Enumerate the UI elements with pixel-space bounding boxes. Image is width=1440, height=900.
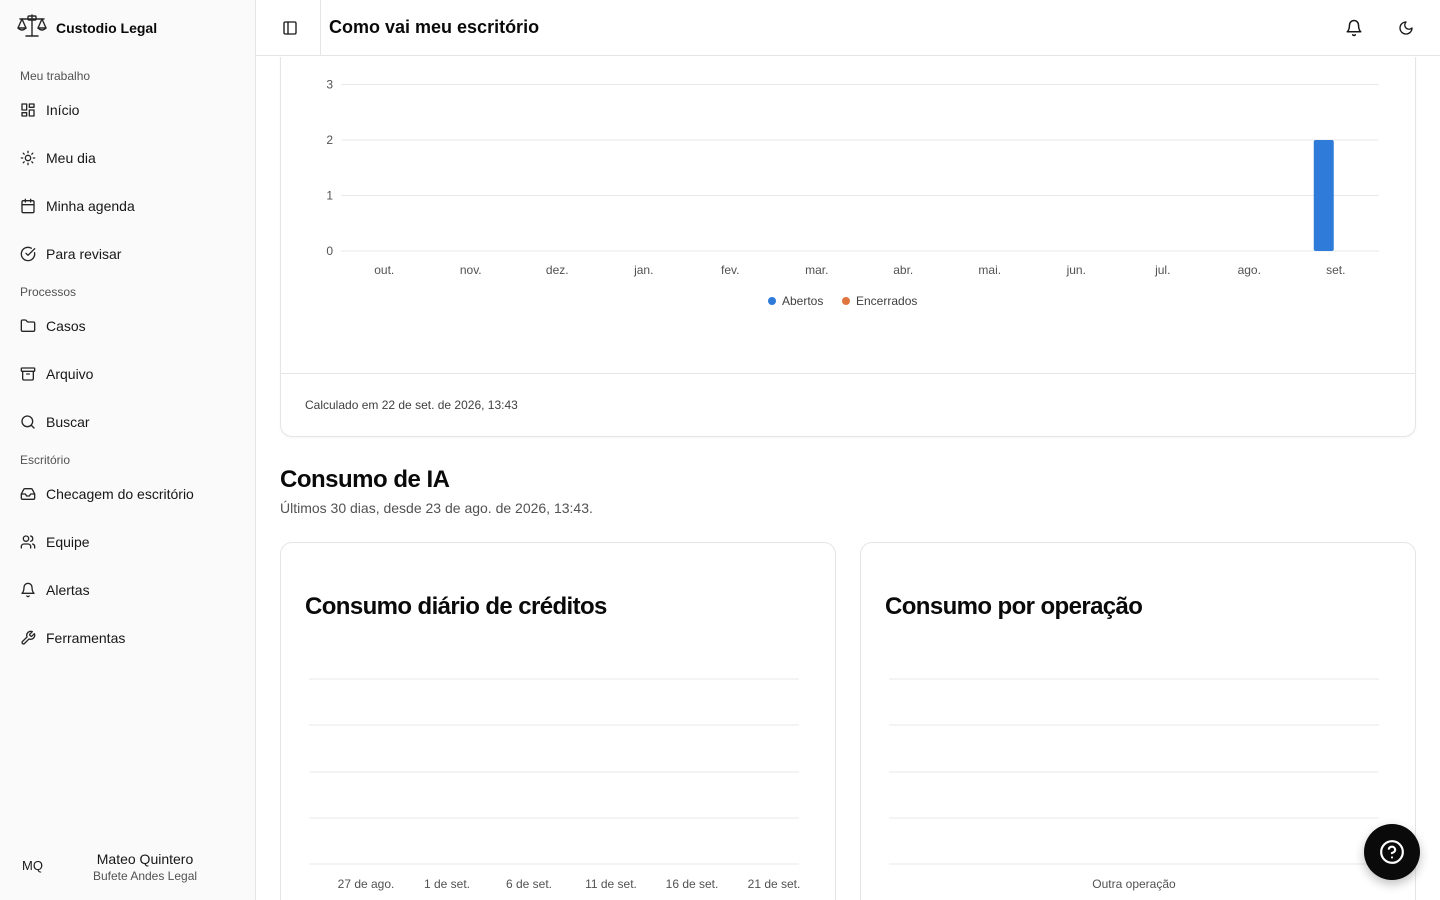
card-footer-divider — [281, 373, 1415, 374]
inbox-icon — [20, 488, 36, 500]
x-tick-label: 11 de set. — [585, 877, 637, 891]
sidebar-toggle-button[interactable] — [280, 16, 300, 40]
brand[interactable]: Custodio Legal — [16, 13, 158, 44]
user-menu[interactable]: MQ Mateo Quintero Bufete Andes Legal — [0, 838, 256, 888]
sidebar-item-label: Minha agenda — [46, 198, 135, 214]
sidebar-item-arquivo[interactable]: Arquivo — [20, 362, 93, 386]
cases-bar-chart: 01234out.nov.dez.jan.fev.mar.abr.mai.jun… — [326, 78, 1379, 308]
help-circle-icon — [1380, 840, 1404, 864]
section-title: Consumo de IA — [280, 466, 450, 493]
sidebar-item-para-revisar[interactable]: Para revisar — [20, 242, 121, 266]
x-tick-label: jul. — [1154, 263, 1170, 277]
y-tick-label: 2 — [326, 133, 333, 147]
x-tick-label: mai. — [978, 263, 1001, 277]
sidebar-item-label: Ferramentas — [46, 630, 126, 646]
x-tick-label: dez. — [546, 263, 569, 277]
sidebar-item-alertas[interactable]: Alertas — [20, 578, 90, 602]
users-icon — [20, 535, 36, 549]
sidebar-item-checagem[interactable]: Checagem do escritório — [20, 482, 194, 506]
sidebar-item-inicio[interactable]: Início — [20, 98, 79, 122]
layout-grid-icon — [21, 103, 35, 117]
check-circle-icon — [20, 246, 36, 262]
x-tick-label: mar. — [805, 263, 828, 277]
credits-line-chart: 27 de ago. 1 de set. 6 de set. 11 de set. 16… — [309, 678, 801, 891]
sidebar-item-label: Para revisar — [46, 246, 122, 262]
operation-bar-chart: Outra operação — [889, 678, 1379, 891]
y-tick-label: 3 — [326, 78, 333, 92]
sidebar-item-casos[interactable]: Casos — [20, 314, 86, 338]
user-org: Bufete Andes Legal — [92, 869, 198, 883]
panel-left-icon — [283, 21, 297, 35]
moon-icon — [1399, 21, 1413, 35]
group-label-processos: Processos — [20, 285, 77, 299]
x-tick-label: 16 de set. — [666, 877, 719, 891]
x-tick-label: 1 de set. — [424, 877, 470, 891]
search-icon — [21, 415, 35, 429]
sidebar-item-minha-agenda[interactable]: Minha agenda — [20, 194, 135, 218]
bell-icon — [21, 582, 35, 598]
x-tick-label: jun. — [1066, 263, 1086, 277]
top-header: Como vai meu escritório — [256, 0, 1440, 56]
legend-label: Abertos — [782, 294, 823, 308]
sidebar-item-label: Meu dia — [46, 150, 96, 166]
cases-chart-card: 01234out.nov.dez.jan.fev.mar.abr.mai.jun… — [280, 57, 1416, 437]
sidebar-item-label: Início — [46, 102, 80, 118]
scales-icon — [16, 13, 48, 44]
bell-icon — [1346, 19, 1362, 37]
x-tick-label: jan. — [633, 263, 653, 277]
archive-icon — [20, 367, 36, 381]
main-content[interactable]: 01234out.nov.dez.jan.fev.mar.abr.mai.jun… — [256, 57, 1440, 900]
calendar-icon — [21, 198, 35, 214]
page-title: Como vai meu escritório — [329, 17, 540, 37]
sidebar-item-label: Alertas — [46, 582, 90, 598]
calculated-timestamp: Calculado em 22 de set. de 2026, 13:43 — [305, 398, 518, 412]
legend-label: Encerrados — [856, 294, 917, 308]
sun-icon — [20, 150, 36, 166]
y-tick-label: 1 — [326, 189, 333, 203]
sidebar-item-label: Casos — [46, 318, 86, 334]
help-button[interactable] — [1364, 824, 1420, 880]
y-tick-label: 0 — [326, 244, 333, 258]
sidebar-item-label: Checagem do escritório — [46, 486, 194, 502]
credits-chart-card: Consumo diário de créditos 27 de ago. 1 d… — [280, 542, 836, 900]
sidebar-item-equipe[interactable]: Equipe — [20, 530, 90, 554]
legend-swatch — [768, 297, 776, 305]
user-name: Mateo Quintero — [96, 851, 194, 867]
operation-chart-card: Consumo por operação Outra operação — [860, 542, 1416, 900]
notifications-button[interactable] — [1342, 16, 1366, 40]
x-tick-label: Outra operação — [1092, 877, 1176, 891]
x-tick-label: 6 de set. — [506, 877, 552, 891]
legend-swatch — [842, 297, 850, 305]
section-subtitle: Últimos 30 dias, desde 23 de ago. de 202… — [280, 500, 593, 516]
group-label-escritorio: Escritório — [20, 453, 71, 467]
x-tick-label: nov. — [460, 263, 482, 277]
bar-abertos — [1313, 140, 1334, 251]
folder-icon — [20, 319, 36, 332]
group-label-meu-trabalho: Meu trabalho — [20, 69, 91, 83]
sidebar-item-label: Arquivo — [46, 366, 94, 382]
sidebar-item-buscar[interactable]: Buscar — [20, 410, 90, 434]
x-tick-label: ago. — [1238, 263, 1261, 277]
x-tick-label: fev. — [721, 263, 739, 277]
theme-toggle-button[interactable] — [1394, 16, 1418, 40]
header-divider — [320, 0, 321, 56]
sidebar-item-meu-dia[interactable]: Meu dia — [20, 146, 96, 170]
x-tick-label: abr. — [893, 263, 913, 277]
x-tick-label: 21 de set. — [748, 877, 801, 891]
x-tick-label: 27 de ago. — [338, 877, 395, 891]
wrench-icon — [21, 630, 36, 645]
avatar: MQ — [22, 858, 43, 873]
sidebar: Custodio Legal Meu trabalho Início Meu d… — [0, 0, 256, 900]
sidebar-item-label: Buscar — [46, 414, 90, 430]
sidebar-item-ferramentas[interactable]: Ferramentas — [20, 626, 125, 650]
x-tick-label: out. — [374, 263, 394, 277]
sidebar-item-label: Equipe — [46, 534, 90, 550]
x-tick-label: set. — [1326, 263, 1345, 277]
brand-name: Custodio Legal — [56, 20, 158, 36]
